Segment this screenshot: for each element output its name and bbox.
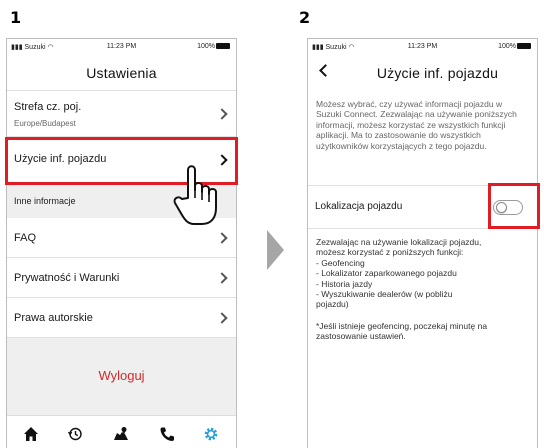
history-icon[interactable] <box>67 426 83 442</box>
intro-text: Możesz wybrać, czy używać informacji poj… <box>316 99 517 151</box>
section-label: Inne informacje <box>14 196 76 206</box>
chevron-right-icon <box>216 312 228 324</box>
description-line: - Historia jazdy <box>316 278 373 289</box>
row-label: Prywatność i Warunki <box>14 272 120 284</box>
chevron-right-icon <box>216 232 228 244</box>
phone-screen-settings: ▮▮▮ Suzuki ◠ 11:23 PM 100% Ustawienia St… <box>6 38 237 448</box>
description-line: - Geofencing <box>316 257 365 268</box>
step-number-2: 2 <box>299 8 311 27</box>
settings-row-copyright[interactable]: Prawa autorskie <box>7 298 236 338</box>
header: Użycie inf. pojazdu <box>308 55 537 91</box>
next-step-arrow <box>267 230 284 270</box>
battery-indicator: 100% <box>197 43 230 50</box>
row-label: Strefa cz. poj. <box>14 101 82 113</box>
highlight-frame <box>488 183 540 229</box>
toggle-label: Lokalizacja pojazdu <box>315 201 403 212</box>
header: Ustawienia <box>7 55 236 91</box>
page-title: Użycie inf. pojazdu <box>376 65 499 81</box>
map-icon[interactable] <box>113 426 129 442</box>
status-bar: ▮▮▮ Suzuki ◠ 11:23 PM 100% <box>7 39 236 55</box>
settings-row-privacy[interactable]: Prywatność i Warunki <box>7 258 236 298</box>
location-description: Zezwalając na używanie lokalizacji pojaz… <box>316 237 529 310</box>
hand-pointer-icon <box>173 165 217 225</box>
battery-indicator: 100% <box>498 43 531 50</box>
status-bar: ▮▮▮ Suzuki ◠ 11:23 PM 100% <box>308 39 537 55</box>
row-label: FAQ <box>14 232 37 244</box>
phone-icon[interactable] <box>159 426 175 442</box>
battery-icon <box>216 43 230 49</box>
tab-bar <box>7 415 236 448</box>
description-line: pojazdu) <box>316 299 349 310</box>
back-arrow-icon[interactable] <box>319 64 332 77</box>
logout-button[interactable]: Wyloguj <box>7 368 236 383</box>
step-number-1: 1 <box>10 8 22 27</box>
description-line: - Wyszukiwanie dealerów (w pobliżu <box>316 289 453 300</box>
home-icon[interactable] <box>23 426 39 442</box>
tutorial-page: 1 2 ▮▮▮ Suzuki ◠ 11:23 PM 100% Ustawieni… <box>0 0 544 448</box>
chevron-right-icon <box>216 108 228 120</box>
phone-screen-vehicle-info: ▮▮▮ Suzuki ◠ 11:23 PM 100% Użycie inf. p… <box>307 38 538 448</box>
chevron-right-icon <box>216 272 228 284</box>
geofencing-note: *Jeśli istnieje geofencing, poczekaj min… <box>316 321 488 342</box>
description-line: - Lokalizator zaparkowanego pojazdu <box>316 268 457 279</box>
row-label: Prawa autorskie <box>14 312 93 324</box>
description-line: możesz korzystać z poniższych funkcji: <box>316 247 464 258</box>
description-line: Zezwalając na używanie lokalizacji pojaz… <box>316 237 482 247</box>
row-value: Europe/Budapest <box>14 119 76 128</box>
battery-icon <box>517 43 531 49</box>
settings-icon[interactable] <box>203 426 219 442</box>
settings-row-timezone[interactable]: Strefa cz. poj. Europe/Budapest <box>7 91 236 137</box>
page-title: Ustawienia <box>86 65 157 81</box>
logout-area: Wyloguj <box>7 338 236 415</box>
